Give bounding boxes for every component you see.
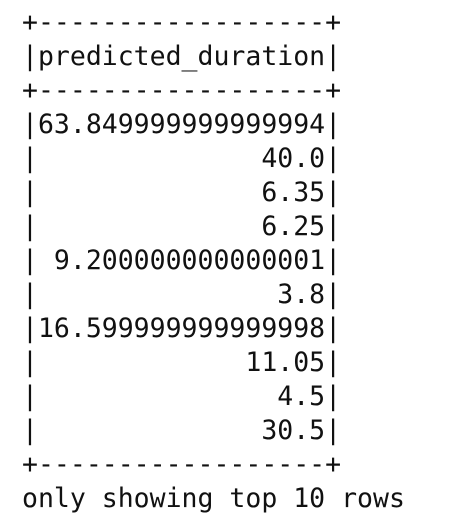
table-row: | 4.5|	[22, 381, 342, 412]
table-row: | 40.0|	[22, 143, 342, 174]
table-row: |16.599999999999998|	[22, 313, 342, 344]
table-row: | 3.8|	[22, 279, 342, 310]
table-row: | 11.05|	[22, 347, 342, 378]
table-header: |predicted_duration|	[22, 41, 342, 72]
table-row: | 9.200000000000001|	[22, 245, 342, 276]
table-row: | 6.25|	[22, 211, 342, 242]
footer-note: only showing top 10 rows	[22, 483, 405, 514]
console-output: +------------------+ |predicted_duration…	[22, 6, 405, 516]
table-row: | 30.5|	[22, 415, 342, 446]
table-border-mid: +------------------+	[22, 75, 342, 106]
table-row: |63.849999999999994|	[22, 109, 342, 140]
table-row: | 6.35|	[22, 177, 342, 208]
table-border-bottom: +------------------+	[22, 449, 342, 480]
table-border-top: +------------------+	[22, 7, 342, 38]
